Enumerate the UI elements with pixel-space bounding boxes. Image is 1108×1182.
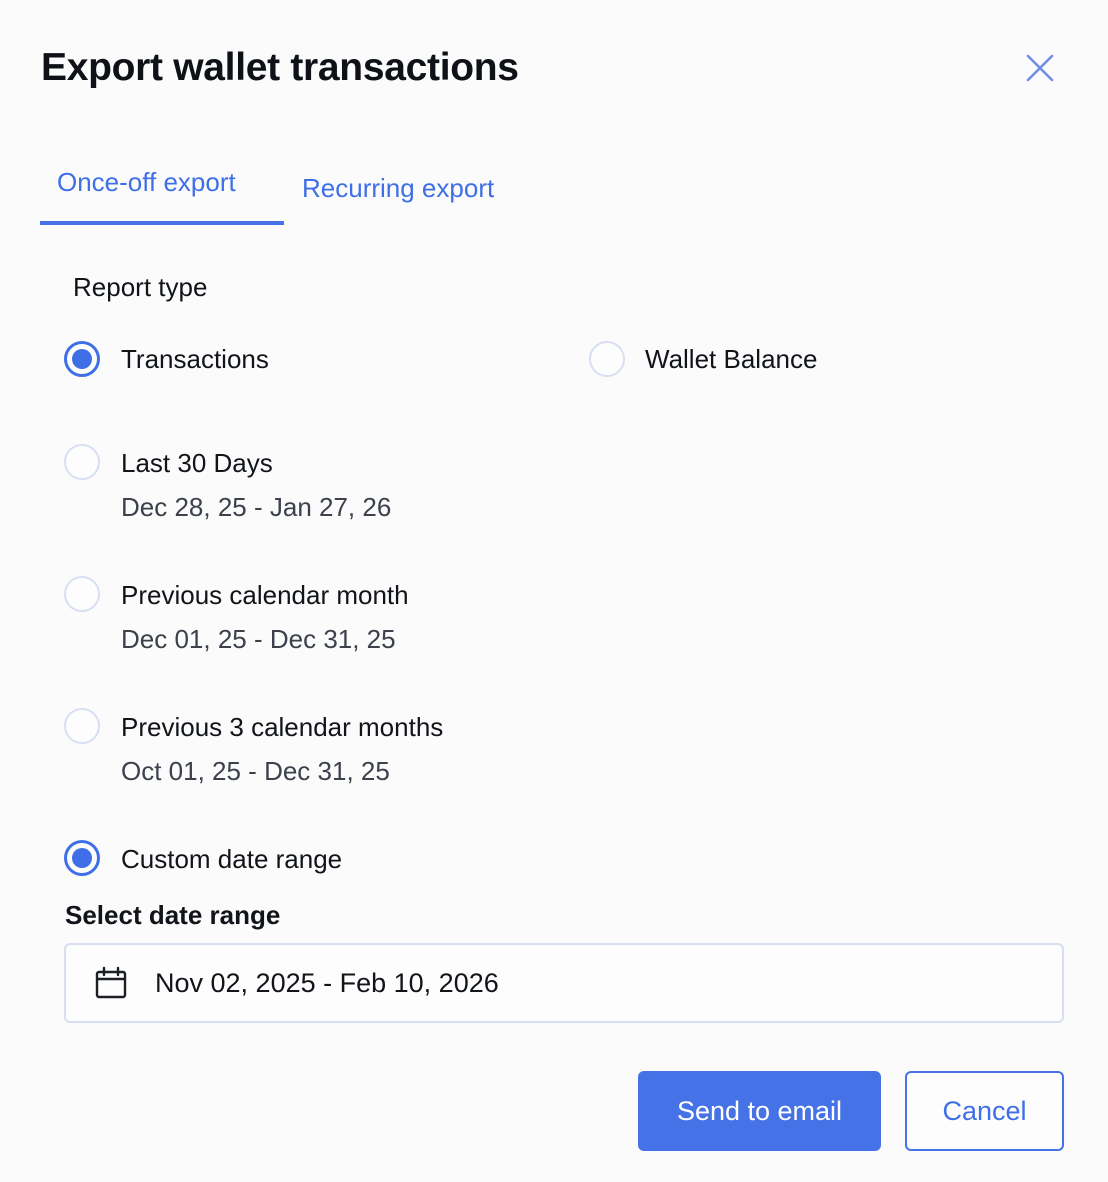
tab-once-off-export[interactable]: Once-off export — [57, 166, 236, 198]
option-label-last-30-days[interactable]: Last 30 Days — [121, 447, 273, 479]
radio-custom-date-range[interactable] — [64, 840, 100, 876]
option-label-transactions[interactable]: Transactions — [121, 343, 269, 375]
radio-wallet-balance[interactable] — [589, 341, 625, 377]
cancel-button[interactable]: Cancel — [905, 1071, 1064, 1151]
date-range-last-30-days: Dec 28, 25 - Jan 27, 26 — [121, 492, 392, 522]
tab-recurring-export[interactable]: Recurring export — [302, 172, 494, 204]
dialog-title: Export wallet transactions — [41, 46, 519, 89]
date-range-value: Nov 02, 2025 - Feb 10, 2026 — [155, 968, 499, 998]
option-label-wallet-balance[interactable]: Wallet Balance — [645, 343, 817, 375]
radio-last-30-days[interactable] — [64, 444, 100, 480]
send-to-email-button[interactable]: Send to email — [638, 1071, 881, 1151]
close-icon — [1026, 54, 1054, 82]
calendar-icon — [95, 966, 127, 999]
date-range-previous-calendar-month: Dec 01, 25 - Dec 31, 25 — [121, 624, 396, 654]
date-range-previous-3-calendar-months: Oct 01, 25 - Dec 31, 25 — [121, 756, 390, 786]
option-label-previous-calendar-month[interactable]: Previous calendar month — [121, 579, 409, 611]
option-label-previous-3-calendar-months[interactable]: Previous 3 calendar months — [121, 711, 443, 743]
radio-transactions[interactable] — [64, 341, 100, 377]
report-type-label: Report type — [73, 272, 208, 302]
close-button[interactable] — [1020, 48, 1060, 88]
active-tab-indicator — [40, 221, 284, 225]
radio-previous-3-calendar-months[interactable] — [64, 708, 100, 744]
select-date-range-label: Select date range — [65, 900, 281, 930]
date-range-picker[interactable]: Nov 02, 2025 - Feb 10, 2026 — [64, 943, 1064, 1023]
option-label-custom-date-range[interactable]: Custom date range — [121, 843, 342, 875]
export-dialog: Export wallet transactions Once-off expo… — [0, 0, 1108, 1182]
radio-previous-calendar-month[interactable] — [64, 576, 100, 612]
